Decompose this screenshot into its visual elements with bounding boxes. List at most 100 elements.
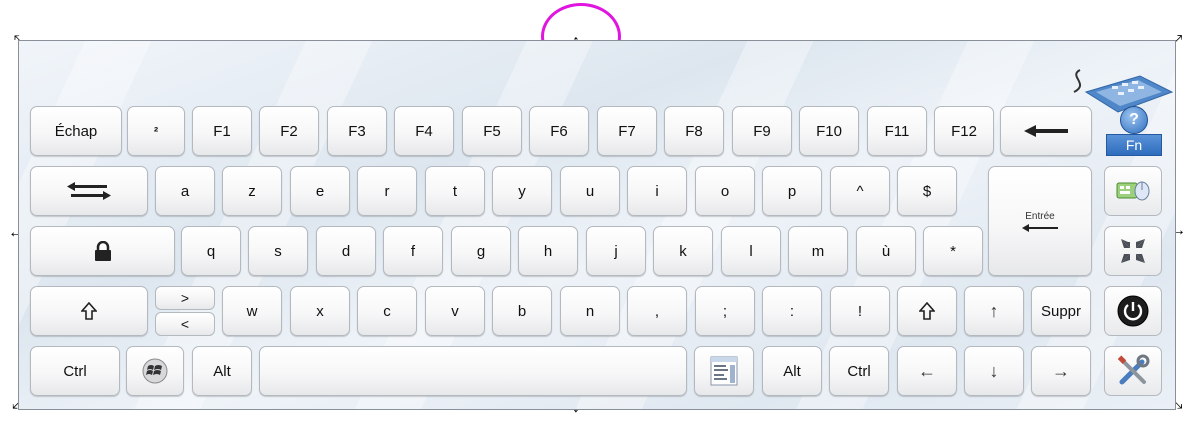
key-m[interactable]: m: [788, 226, 848, 276]
key-d[interactable]: d: [316, 226, 376, 276]
key-space[interactable]: [259, 346, 687, 396]
key-tab[interactable]: [30, 166, 148, 216]
key-escape[interactable]: Échap: [30, 106, 122, 156]
key-label: b: [517, 302, 527, 320]
key-u[interactable]: u: [560, 166, 620, 216]
key-alt-left[interactable]: Alt: [192, 346, 252, 396]
key-f3[interactable]: F3: [327, 106, 387, 156]
key-label: h: [543, 242, 553, 260]
key-j[interactable]: j: [586, 226, 646, 276]
key-f2[interactable]: F2: [259, 106, 319, 156]
key-f12[interactable]: F12: [934, 106, 994, 156]
enter-arrow-icon: [1022, 223, 1058, 232]
key-f1[interactable]: F1: [192, 106, 252, 156]
key-o[interactable]: o: [695, 166, 755, 216]
key-label: Suppr: [1040, 302, 1082, 320]
power-button[interactable]: [1104, 286, 1162, 336]
key-x[interactable]: x: [290, 286, 350, 336]
key-delete[interactable]: Suppr: [1031, 286, 1091, 336]
key-label: F9: [753, 122, 771, 140]
key-label: →: [1052, 360, 1070, 381]
key-z[interactable]: z: [222, 166, 282, 216]
backspace-arrow-icon: [1024, 125, 1068, 137]
key-f5[interactable]: F5: [462, 106, 522, 156]
key-e[interactable]: e: [290, 166, 350, 216]
shift-arrow-icon: [919, 302, 935, 320]
key-label: ,: [654, 302, 660, 320]
key-dollar[interactable]: $: [897, 166, 957, 216]
key-enter[interactable]: Entrée: [988, 166, 1092, 276]
key-label: F12: [951, 122, 977, 140]
key-context-menu[interactable]: [694, 346, 754, 396]
key-r[interactable]: r: [357, 166, 417, 216]
key-f8[interactable]: F8: [664, 106, 724, 156]
key-arrow-left[interactable]: ←: [897, 346, 957, 396]
key-alt-right[interactable]: Alt: [762, 346, 822, 396]
key-asterisk[interactable]: *: [923, 226, 983, 276]
key-f6[interactable]: F6: [529, 106, 589, 156]
key-label: F1: [213, 122, 231, 140]
key-u-grave[interactable]: ù: [856, 226, 916, 276]
key-f9[interactable]: F9: [732, 106, 792, 156]
key-arrow-up[interactable]: ↑: [964, 286, 1024, 336]
key-n[interactable]: n: [560, 286, 620, 336]
key-f[interactable]: f: [383, 226, 443, 276]
key-label: ←: [918, 360, 936, 381]
key-superscript-two[interactable]: ²: [127, 106, 185, 156]
key-label: k: [679, 242, 687, 260]
key-label: ù: [881, 242, 891, 260]
key-l[interactable]: l: [721, 226, 781, 276]
power-icon: [1117, 295, 1149, 327]
key-label: F8: [685, 122, 703, 140]
key-label: w: [246, 302, 258, 320]
key-caps-lock[interactable]: [30, 226, 175, 276]
key-shift-right[interactable]: [897, 286, 957, 336]
key-semicolon[interactable]: ;: [695, 286, 755, 336]
key-k[interactable]: k: [653, 226, 713, 276]
keyboard-mouse-settings-button[interactable]: [1104, 166, 1162, 216]
key-colon[interactable]: :: [762, 286, 822, 336]
key-f7[interactable]: F7: [597, 106, 657, 156]
fn-button[interactable]: Fn: [1106, 134, 1162, 156]
key-arrow-down[interactable]: ↓: [964, 346, 1024, 396]
key-less-than[interactable]: <: [155, 312, 215, 336]
key-ctrl-left[interactable]: Ctrl: [30, 346, 120, 396]
key-g[interactable]: g: [451, 226, 511, 276]
help-fn-button[interactable]: ? Fn: [1106, 106, 1162, 156]
key-t[interactable]: t: [425, 166, 485, 216]
key-label: f: [410, 242, 416, 260]
key-label: F11: [884, 122, 910, 140]
key-windows[interactable]: [126, 346, 184, 396]
key-f10[interactable]: F10: [799, 106, 859, 156]
key-y[interactable]: y: [492, 166, 552, 216]
key-f11[interactable]: F11: [867, 106, 927, 156]
key-w[interactable]: w: [222, 286, 282, 336]
key-p[interactable]: p: [762, 166, 822, 216]
key-c[interactable]: c: [357, 286, 417, 336]
key-greater-than[interactable]: >: [155, 286, 215, 310]
key-q[interactable]: q: [181, 226, 241, 276]
tools-icon: [1117, 354, 1150, 385]
tools-button[interactable]: [1104, 346, 1162, 396]
dock-button[interactable]: [1104, 226, 1162, 276]
key-comma[interactable]: ,: [627, 286, 687, 336]
key-label: q: [206, 242, 216, 260]
help-icon[interactable]: ?: [1120, 106, 1148, 134]
key-arrow-right[interactable]: →: [1031, 346, 1091, 396]
key-s[interactable]: s: [248, 226, 308, 276]
key-i[interactable]: i: [627, 166, 687, 216]
key-label: Alt: [783, 362, 801, 380]
key-label: e: [315, 182, 325, 200]
key-shift-left[interactable]: [30, 286, 148, 336]
key-backspace[interactable]: [1000, 106, 1092, 156]
key-b[interactable]: b: [492, 286, 552, 336]
key-label: F7: [618, 122, 636, 140]
key-f4[interactable]: F4: [394, 106, 454, 156]
key-ctrl-right[interactable]: Ctrl: [829, 346, 889, 396]
key-label: Ctrl: [847, 362, 871, 380]
key-exclamation[interactable]: !: [830, 286, 890, 336]
key-a[interactable]: a: [155, 166, 215, 216]
key-circumflex[interactable]: ^: [830, 166, 890, 216]
key-h[interactable]: h: [518, 226, 578, 276]
key-v[interactable]: v: [425, 286, 485, 336]
